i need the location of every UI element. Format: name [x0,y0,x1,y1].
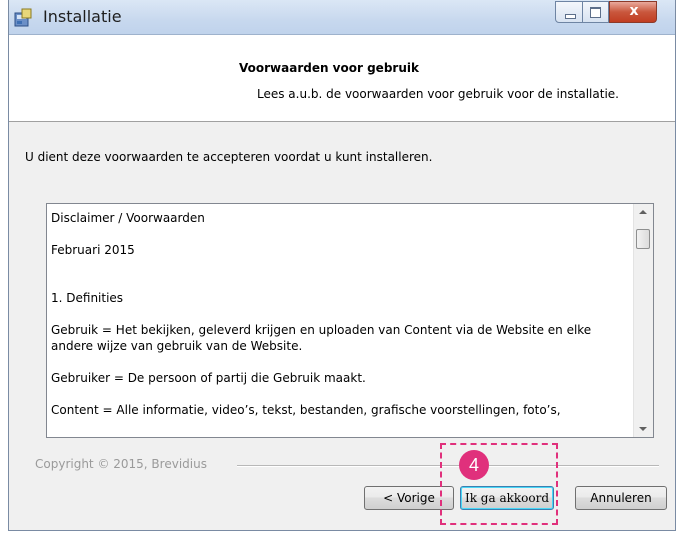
license-paragraph: 1. Definities [51,291,124,305]
maximize-button[interactable] [583,1,609,23]
license-paragraph: Februari 2015 [51,243,135,257]
license-paragraph: Content = Alle informatie, video’s, teks… [51,403,561,417]
license-paragraph: Disclaimer / Voorwaarden [51,211,205,225]
minimize-icon [565,14,576,19]
page-subtitle: Lees a.u.b. de voorwaarden voor gebruik … [257,87,619,101]
step-highlight [440,443,558,525]
step-badge: 4 [459,450,489,480]
license-textbox[interactable]: Disclaimer / Voorwaarden Februari 2015 1… [46,203,654,438]
close-icon: x [629,3,639,19]
minimize-button[interactable] [555,1,583,23]
scroll-thumb[interactable] [636,229,650,249]
close-button[interactable]: x [609,1,657,23]
installer-window: Installatie x Voorwaarden voor gebruik L… [8,0,676,531]
page-header: Voorwaarden voor gebruik Lees a.u.b. de … [9,35,675,122]
window-title: Installatie [43,7,122,26]
scroll-up-icon[interactable] [639,210,647,214]
license-scrollbar[interactable] [633,204,653,437]
license-content: Disclaimer / Voorwaarden Februari 2015 1… [51,210,621,418]
license-paragraph: Gebruik = Het bekijken, geleverd krijgen… [51,323,592,353]
license-paragraph: Gebruiker = De persoon of partij die Geb… [51,371,366,385]
page-title: Voorwaarden voor gebruik [239,61,419,75]
installer-icon [14,8,32,27]
cancel-button[interactable]: Annuleren [575,486,667,510]
scroll-down-icon[interactable] [639,427,647,431]
intro-text: U dient deze voorwaarden te accepteren v… [25,150,433,164]
maximize-icon [590,7,601,18]
copyright-text: Copyright © 2015, Brevidius [35,457,207,471]
title-bar[interactable]: Installatie x [9,0,675,35]
